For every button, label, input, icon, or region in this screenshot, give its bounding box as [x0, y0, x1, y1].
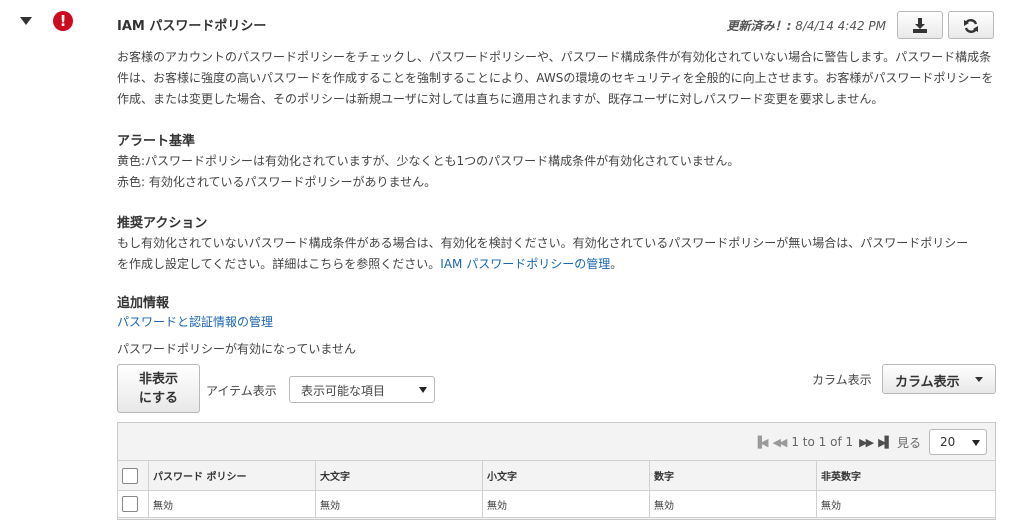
refresh-icon: [964, 19, 978, 33]
additional-info-heading: 追加情報: [117, 296, 170, 311]
recommended-action-heading: 推奨アクション: [117, 216, 208, 231]
results-table: パスワード ポリシー 大文字 小文字 数字 非英数字 無効 無効 無効 無効 無…: [117, 460, 996, 518]
updated-label: 更新済み！:: [726, 19, 792, 33]
recommended-action-end: 。: [610, 257, 623, 271]
download-icon: [913, 18, 927, 33]
item-display-value: 表示可能な項目: [301, 384, 386, 398]
per-page-label: 見る: [896, 435, 921, 450]
column-display-label: カラム表示: [812, 373, 872, 387]
recommended-action-line2: を作成し設定してください。詳細はこちらを参照ください。IAM パスワードポリシー…: [117, 255, 622, 272]
recommended-action-line1: もし有効化されていないパスワード構成条件がある場合は、有効化を検討ください。有効…: [117, 236, 969, 250]
last-page-icon[interactable]: ▶▌: [878, 436, 893, 449]
iam-password-policy-link[interactable]: IAM パスワードポリシーの管理: [440, 257, 610, 271]
refresh-button[interactable]: [948, 11, 994, 39]
previous-page-icon[interactable]: ◀◀: [772, 436, 787, 449]
next-page-icon[interactable]: ▶▶: [859, 436, 874, 449]
hide-button[interactable]: 非表示 にする: [117, 364, 200, 413]
table-header-row: パスワード ポリシー 大文字 小文字 数字 非英数字: [117, 460, 996, 491]
pagination: ▐◀ ◀◀ 1 to 1 of 1 ▶▶ ▶▌ 見る 20: [754, 429, 987, 455]
updated-time: 8/4/14 4:42 PM: [795, 19, 886, 33]
select-all-cell: [117, 460, 149, 491]
select-all-checkbox[interactable]: [122, 467, 138, 484]
column-header[interactable]: 小文字: [482, 460, 650, 491]
trusted-advisor-check: ! IAM パスワードポリシー 更新済み！: 8/4/14 4:42 PM お客…: [0, 0, 1024, 531]
column-header[interactable]: 大文字: [315, 460, 483, 491]
check-description: お客様のアカウントのパスワードポリシーをチェックし、パスワードポリシーや、パスワ…: [117, 50, 994, 106]
column-header[interactable]: 非英数字: [816, 460, 996, 491]
updated-timestamp: 更新済み！: 8/4/14 4:42 PM: [727, 17, 886, 34]
first-page-icon[interactable]: ▐◀: [754, 436, 769, 449]
column-header[interactable]: 数字: [649, 460, 817, 491]
results-grid: ▐◀ ◀◀ 1 to 1 of 1 ▶▶ ▶▌ 見る 20 パスワード ポリシー…: [117, 422, 996, 520]
password-credentials-link[interactable]: パスワードと認証情報の管理: [117, 315, 273, 329]
additional-info-line: パスワードと認証情報の管理: [117, 313, 273, 330]
alert-criteria-yellow: 黄色:パスワードポリシーは有効化されていますが、少なくとも1つのパスワード構成条…: [117, 154, 740, 168]
collapse-caret-icon[interactable]: [20, 17, 32, 25]
item-display-select[interactable]: 表示可能な項目: [289, 376, 435, 403]
table-cell: 無効: [315, 490, 483, 518]
row-select-cell: [117, 490, 149, 518]
table-cell: 無効: [148, 490, 316, 518]
column-header[interactable]: パスワード ポリシー: [148, 460, 316, 491]
exclamation-circle-icon: !: [53, 11, 73, 31]
status-text: パスワードポリシーが有効になっていません: [117, 342, 357, 356]
hide-button-line1: 非表示: [138, 372, 178, 387]
per-page-value: 20: [940, 435, 956, 449]
item-display-label: アイテム表示: [206, 384, 277, 398]
chevron-down-icon: [972, 440, 980, 446]
per-page-select[interactable]: 20: [929, 429, 987, 455]
alert-criteria-heading: アラート基準: [117, 134, 196, 149]
column-display-button-label: カラム表示: [895, 375, 960, 390]
chevron-down-icon: [419, 387, 427, 393]
alert-criteria-red: 赤色: 有効化されているパスワードポリシーがありません。: [117, 175, 437, 189]
table-cell: 無効: [482, 490, 650, 518]
row-checkbox[interactable]: [122, 496, 138, 512]
page-range: 1 to 1 of 1: [791, 435, 854, 449]
table-row[interactable]: 無効 無効 無効 無効 無効: [117, 490, 996, 518]
table-cell: 無効: [816, 490, 996, 518]
download-button[interactable]: [897, 11, 943, 39]
check-title: IAM パスワードポリシー: [117, 19, 267, 34]
table-cell: 無効: [649, 490, 817, 518]
column-display-button[interactable]: カラム表示: [882, 364, 996, 394]
caret-down-icon: [975, 377, 983, 382]
recommended-action-text: を作成し設定してください。詳細はこちらを参照ください。: [117, 257, 441, 271]
hide-button-line2: にする: [138, 391, 179, 406]
